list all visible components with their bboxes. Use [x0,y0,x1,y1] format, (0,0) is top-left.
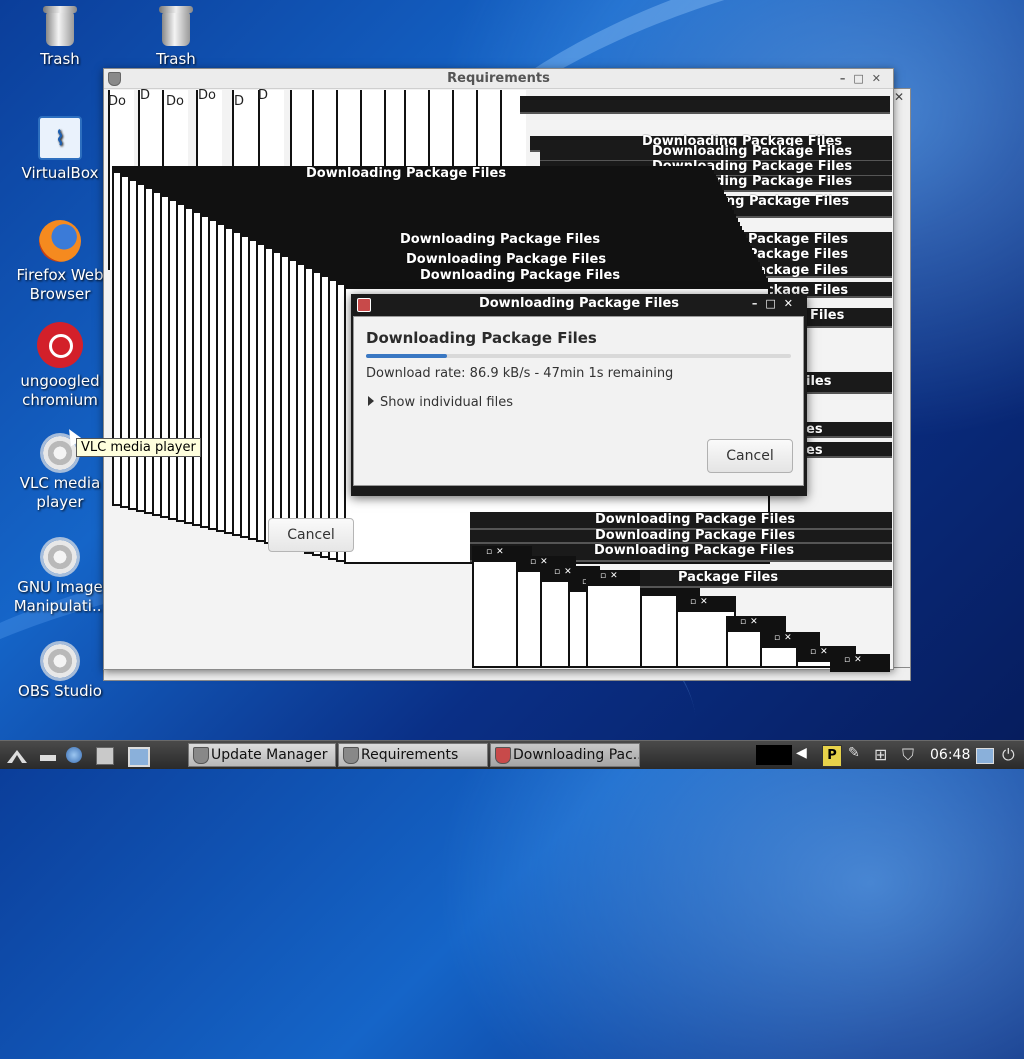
desktop-icon-trash[interactable]: Trash [5,6,115,69]
tooltip: VLC media player [76,438,201,457]
ghost-title: Downloading Package Files [594,543,795,558]
desktop-icon-label: GNU Image Manipulati... [13,578,107,615]
ghost-titlebar [520,96,890,114]
tray-black-area [756,745,792,765]
dialog-title: Downloading Package Files [478,296,680,311]
trash-icon [43,6,77,46]
window-list-icon[interactable] [128,747,150,767]
ghost-title: Downloading Package Files [306,166,507,181]
desktop-icon-label: Firefox Web Browser [16,266,104,303]
desktop-icon-virtualbox[interactable]: ⌇ VirtualBox [5,116,115,183]
task-downloading[interactable]: Downloading Pac... [490,743,640,767]
package-icon [357,298,371,312]
ghost-title: Downloading Package Files [595,528,796,543]
desktop-icon-label: ungoogled chromium [20,372,100,409]
ghost-title: Package Files [678,570,779,585]
ghost-window-controls: ▫✕ [690,597,712,607]
requirements-titlebar[interactable]: Requirements –□✕ [104,69,893,89]
ghost-title: Downloading Package Files [400,232,601,247]
ghost-tab-fragment: Do [198,88,216,103]
dialog-heading: Downloading Package Files [366,329,597,347]
task-requirements[interactable]: Requirements [338,743,488,767]
trash-icon [159,6,193,46]
ghost-tab-fragment: Do [108,94,126,109]
updates-icon[interactable]: ⊞ [874,745,887,764]
dialog-body: Downloading Package Files Download rate:… [353,316,804,486]
ghost-window [586,570,646,668]
desktop-icon-label: Trash [156,50,196,68]
ghost-tab-fragment: D [258,88,269,103]
firefox-icon [39,220,81,262]
requirements-title: Requirements [447,71,550,86]
download-progress-bar [366,354,791,358]
show-individual-files-expander[interactable]: Show individual files [368,395,513,410]
ghost-title: Downloading Package Files [595,512,796,527]
ghost-window-controls: ▫✕ [810,647,832,657]
gear-icon [43,644,77,678]
ghost-window-controls: ▫✕ [600,571,622,581]
clock[interactable]: 06:48 [930,741,970,769]
chromium-icon [37,322,83,368]
window-shadow-frame [892,88,911,680]
ghost-title: Downloading Package Files [652,144,853,159]
download-dialog: Downloading Package Files –□✕ Downloadin… [351,294,807,496]
tray-arrow-icon[interactable]: ◀ [796,745,807,761]
file-manager-icon[interactable] [96,747,114,765]
dialog-titlebar[interactable]: Downloading Package Files –□✕ [351,294,807,314]
ghost-title: Downloading Package Files [406,252,607,267]
expander-label: Show individual files [380,395,514,410]
task-label: Requirements [361,747,459,763]
desktop-icon-label: VirtualBox [21,164,99,182]
shield-icon [343,747,359,764]
ghost-title: Files [810,308,845,323]
task-label: Update Manager [211,747,328,763]
requirements-cancel-button[interactable]: Cancel [268,518,354,552]
power-icon[interactable]: ⏻ [1002,745,1015,765]
shield-icon [193,747,209,764]
window-controls[interactable]: –□✕ [840,69,889,88]
cancel-button[interactable]: Cancel [707,439,793,473]
ghost-title: iles [806,374,832,389]
ghost-title: Package Files [748,247,849,262]
clipboard-icon[interactable]: P [822,745,842,767]
download-rate-text: Download rate: 86.9 kB/s - 47min 1s rema… [366,366,674,381]
ghost-tab-fragment: D [140,88,151,103]
package-icon [495,747,511,764]
task-label: Downloading Pac... [513,747,640,763]
desktop-icon-trash-2[interactable]: Trash [121,6,231,69]
ghost-title: es [806,443,823,458]
desktop-icon-label: VLC media player [19,474,101,511]
desktop-icon-label: OBS Studio [18,682,102,700]
desktop-icon-firefox[interactable]: Firefox Web Browser [5,220,115,304]
ghost-window-controls: ▫✕ [486,547,508,557]
expander-arrow-icon [368,396,374,406]
pen-icon[interactable]: ✎ [848,745,860,761]
download-progress-fill [366,354,447,358]
security-shield-icon[interactable]: ⛉ [902,745,914,765]
window-controls[interactable]: –□✕ [752,294,801,314]
ghost-tab-fragment: D [234,94,245,109]
shield-icon [108,72,121,86]
start-menu-icon[interactable] [6,747,27,763]
task-update-manager[interactable]: Update Manager [188,743,336,767]
network-icon[interactable] [66,747,82,763]
ghost-window-controls: ▫✕ [844,655,866,665]
screen-icon[interactable] [976,748,994,764]
close-icon[interactable]: ✕ [894,90,904,104]
desktop-icon-obs[interactable]: OBS Studio [5,644,115,701]
ghost-window-controls: ▫✕ [740,617,762,627]
virtualbox-icon: ⌇ [38,116,82,160]
taskbar: Update Manager Requirements Downloading … [0,740,1024,769]
show-desktop-icon[interactable] [40,755,56,761]
ghost-title: Package Files [748,232,849,247]
desktop-icon-chromium[interactable]: ungoogled chromium [5,322,115,410]
ghost-window-controls: ▫✕ [774,633,796,643]
ghost-title: Downloading Package Files [420,268,621,283]
ghost-title: es [806,422,823,437]
gear-icon [43,540,77,574]
ghost-tab-fragment: Do [166,94,184,109]
desktop-icon-gimp[interactable]: GNU Image Manipulati... [5,540,115,616]
desktop-icon-label: Trash [40,50,80,68]
